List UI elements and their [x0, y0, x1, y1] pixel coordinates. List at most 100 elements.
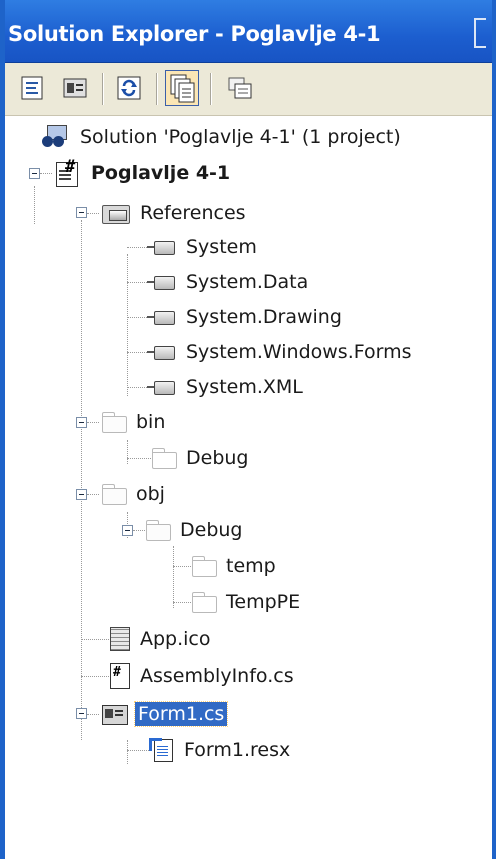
tree-line	[127, 458, 151, 459]
refresh-button[interactable]	[115, 74, 143, 102]
tree-line	[173, 566, 191, 567]
file-label: Form1.resx	[184, 739, 291, 761]
collapse-references-toggle[interactable]	[76, 207, 87, 218]
tree-item-reference[interactable]: System.XML	[147, 370, 306, 404]
reference-label: System.Drawing	[186, 306, 342, 328]
folder-icon	[151, 448, 177, 469]
tree-line	[87, 494, 99, 495]
tree-line	[81, 676, 109, 677]
toolbar-separator	[102, 73, 104, 105]
solution-tree: Solution 'Poglavlje 4-1' (1 project) # P…	[5, 116, 492, 859]
view-code-icon	[21, 76, 43, 100]
tree-item-app-ico[interactable]: App.ico	[109, 622, 214, 656]
tree-line	[81, 639, 109, 640]
tree-item-bin-folder[interactable]: bin	[101, 405, 168, 439]
tree-line	[127, 750, 149, 751]
reference-icon	[147, 310, 177, 325]
properties-icon	[228, 77, 252, 99]
tree-item-assembly-info[interactable]: # AssemblyInfo.cs	[109, 659, 297, 693]
folder-label: Debug	[180, 519, 243, 541]
view-designer-icon	[63, 78, 87, 98]
tree-item-reference[interactable]: System.Drawing	[147, 300, 345, 334]
collapse-bin-toggle[interactable]	[76, 417, 87, 428]
tree-item-obj-folder[interactable]: obj	[101, 477, 168, 511]
icon-file-icon	[109, 627, 131, 651]
folder-label: temp	[226, 555, 276, 577]
tree-line	[133, 530, 145, 531]
tree-line	[87, 213, 99, 214]
tree-item-temppe-folder[interactable]: TempPE	[191, 585, 303, 619]
toolbar-separator	[210, 73, 212, 105]
tree-line	[127, 440, 128, 464]
window-frame-right	[492, 0, 496, 859]
folder-label: obj	[136, 483, 165, 505]
tree-item-reference[interactable]: System	[147, 230, 260, 264]
tree-line	[127, 247, 147, 248]
file-label: App.ico	[140, 628, 211, 650]
tree-line	[87, 422, 99, 423]
title-bar: Solution Explorer - Poglavlje 4-1	[0, 0, 496, 63]
tree-line	[40, 173, 52, 174]
reference-icon	[147, 380, 177, 395]
tree-item-obj-debug-folder[interactable]: Debug	[145, 513, 245, 547]
csharp-project-icon: #	[52, 157, 82, 187]
refresh-icon	[117, 76, 141, 100]
tree-item-project[interactable]: # Poglavlje 4-1	[52, 156, 233, 190]
tree-item-form1[interactable]: Form1.cs	[101, 697, 229, 731]
reference-icon	[147, 275, 177, 290]
solution-explorer-toolbar	[5, 63, 492, 116]
pin-icon[interactable]	[474, 18, 486, 48]
folder-open-icon	[101, 484, 127, 505]
tree-line	[127, 317, 147, 318]
folder-icon	[191, 592, 217, 613]
folder-open-icon	[101, 412, 127, 433]
form-icon	[101, 703, 129, 725]
folder-label: bin	[136, 411, 166, 433]
reference-icon	[147, 345, 177, 360]
solution-icon	[41, 124, 71, 150]
window-title: Solution Explorer - Poglavlje 4-1	[8, 22, 381, 46]
project-label: Poglavlje 4-1	[91, 162, 231, 184]
collapse-project-toggle[interactable]	[29, 168, 40, 179]
toolbar-separator	[156, 73, 158, 105]
show-all-files-button[interactable]	[165, 70, 199, 106]
tree-item-reference[interactable]: System.Data	[147, 265, 311, 299]
reference-label: System	[186, 236, 257, 258]
tree-line	[127, 740, 128, 764]
tree-item-form1-resx[interactable]: Form1.resx	[149, 733, 293, 767]
folder-label: Debug	[186, 447, 249, 469]
folder-label: TempPE	[226, 591, 301, 613]
window-frame-left	[0, 0, 5, 859]
tree-line	[34, 186, 35, 224]
collapse-obj-debug-toggle[interactable]	[122, 525, 133, 536]
tree-line	[87, 714, 99, 715]
properties-button[interactable]	[226, 74, 254, 102]
tree-item-references[interactable]: References	[101, 196, 249, 230]
tree-line	[173, 602, 191, 603]
tree-line	[173, 546, 174, 608]
folder-icon	[191, 556, 217, 577]
show-all-files-icon	[170, 74, 195, 103]
tree-item-bin-debug-folder[interactable]: Debug	[151, 441, 251, 475]
tree-line	[127, 282, 147, 283]
reference-icon	[147, 240, 177, 255]
tree-line	[127, 352, 147, 353]
folder-open-icon	[145, 520, 171, 541]
collapse-obj-toggle[interactable]	[76, 489, 87, 500]
references-label: References	[140, 202, 246, 224]
tree-item-reference[interactable]: System.Windows.Forms	[147, 335, 415, 369]
reference-label: System.Data	[186, 271, 309, 293]
tree-line	[127, 254, 128, 396]
references-folder-icon	[101, 202, 131, 224]
file-label: AssemblyInfo.cs	[140, 665, 294, 687]
tree-item-temp-folder[interactable]: temp	[191, 549, 279, 583]
reference-label: System.XML	[186, 376, 303, 398]
csharp-file-icon: #	[109, 663, 131, 689]
view-code-button[interactable]	[18, 74, 46, 102]
tree-line	[127, 387, 147, 388]
tree-item-solution[interactable]: Solution 'Poglavlje 4-1' (1 project)	[41, 120, 404, 154]
collapse-form-toggle[interactable]	[76, 708, 87, 719]
view-designer-button[interactable]	[61, 74, 89, 102]
resx-file-icon	[149, 738, 175, 762]
solution-label: Solution 'Poglavlje 4-1' (1 project)	[80, 126, 401, 148]
